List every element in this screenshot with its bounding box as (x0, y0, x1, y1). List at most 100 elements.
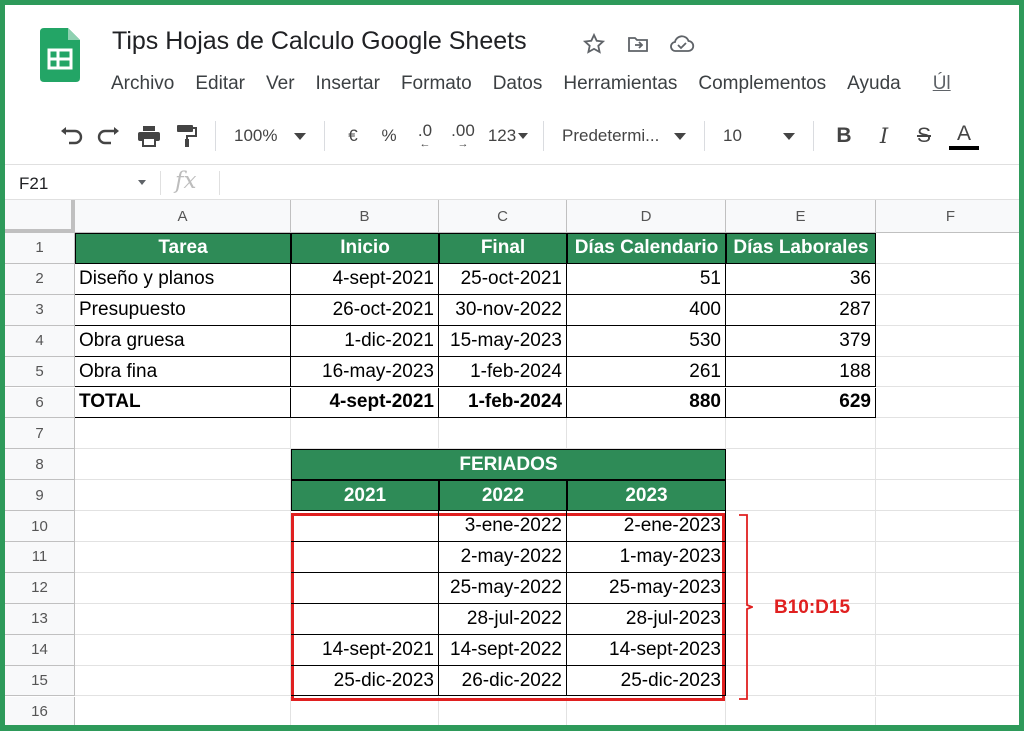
table-cell[interactable]: Diseño y planos (75, 263, 291, 295)
table-header[interactable]: Días Laborales (726, 233, 876, 264)
cell[interactable] (876, 604, 1019, 635)
cell[interactable] (876, 418, 1019, 450)
holiday-cell[interactable]: 14-sept-2021 (291, 634, 439, 666)
table-header[interactable]: Inicio (291, 233, 439, 264)
holiday-cell[interactable]: 2-ene-2023 (567, 511, 726, 542)
row-header-9[interactable]: 9 (5, 480, 75, 512)
year-header[interactable]: 2021 (291, 480, 439, 512)
table-cell[interactable]: 188 (726, 356, 876, 388)
table-cell[interactable]: 36 (726, 263, 876, 295)
zoom-select[interactable]: 100% (226, 119, 314, 153)
redo-icon[interactable] (89, 119, 129, 153)
cell[interactable] (75, 511, 291, 542)
row-header-1[interactable]: 1 (5, 233, 75, 264)
percent-format-button[interactable]: % (371, 119, 407, 153)
sheets-logo-icon[interactable] (40, 28, 80, 82)
row-header-7[interactable]: 7 (5, 418, 75, 450)
name-box[interactable]: F21 (19, 174, 48, 194)
column-header-a[interactable]: A (75, 200, 291, 233)
year-header[interactable]: 2023 (567, 480, 726, 512)
table-header[interactable]: Tarea (75, 233, 291, 264)
star-icon[interactable] (579, 29, 609, 59)
holiday-cell[interactable]: 28-jul-2022 (439, 603, 567, 635)
table-cell[interactable]: 287 (726, 294, 876, 326)
menu-datos[interactable]: Datos (493, 73, 543, 95)
column-header-c[interactable]: C (439, 200, 567, 233)
holiday-cell[interactable]: 25-dic-2023 (567, 665, 726, 697)
cell[interactable] (291, 418, 439, 450)
cell[interactable] (726, 418, 876, 450)
cell[interactable] (75, 634, 291, 666)
currency-format-button[interactable]: € (335, 119, 371, 153)
cell[interactable] (567, 696, 726, 725)
row-header-12[interactable]: 12 (5, 572, 75, 604)
cell[interactable] (876, 511, 1019, 542)
more-formats-button[interactable]: 123 (483, 119, 533, 153)
table-cell[interactable]: Obra fina (75, 356, 291, 388)
cloud-saved-icon[interactable] (667, 29, 697, 59)
row-header-16[interactable]: 16 (5, 696, 75, 725)
table-cell[interactable]: 25-oct-2021 (439, 263, 567, 295)
table-cell[interactable]: 1-dic-2021 (291, 325, 439, 357)
cell[interactable] (567, 418, 726, 450)
total-cell[interactable]: TOTAL (75, 387, 291, 419)
table-cell[interactable]: 16-may-2023 (291, 356, 439, 388)
table-cell[interactable]: 26-oct-2021 (291, 294, 439, 326)
cell[interactable] (75, 542, 291, 573)
total-cell[interactable]: 629 (726, 387, 876, 419)
undo-icon[interactable] (53, 119, 89, 153)
table-cell[interactable]: 400 (567, 294, 726, 326)
row-header-11[interactable]: 11 (5, 542, 75, 573)
table-cell[interactable]: 379 (726, 325, 876, 357)
move-to-folder-icon[interactable] (623, 29, 653, 59)
cell[interactable] (726, 480, 876, 512)
chevron-down-icon[interactable] (138, 180, 146, 185)
row-header-3[interactable]: 3 (5, 294, 75, 326)
cell[interactable] (876, 388, 1019, 419)
italic-button[interactable]: I (864, 119, 904, 153)
holiday-cell[interactable]: 1-may-2023 (567, 542, 726, 573)
cell[interactable] (876, 542, 1019, 573)
holiday-cell[interactable]: 26-dic-2022 (439, 665, 567, 697)
cell[interactable] (876, 264, 1019, 295)
holiday-cell[interactable]: 28-jul-2023 (567, 603, 726, 635)
menu-ayuda[interactable]: Ayuda (847, 73, 901, 95)
print-icon[interactable] (129, 119, 169, 153)
row-header-10[interactable]: 10 (5, 511, 75, 542)
font-select[interactable]: Predetermi... (554, 119, 694, 153)
strikethrough-button[interactable]: S (904, 119, 944, 153)
cell[interactable] (75, 449, 291, 481)
cell[interactable] (876, 666, 1019, 697)
cell[interactable] (291, 696, 439, 725)
table-cell[interactable]: 4-sept-2021 (291, 263, 439, 295)
cell[interactable] (876, 357, 1019, 388)
table-cell[interactable]: 261 (567, 356, 726, 388)
cell[interactable] (75, 665, 291, 697)
holiday-cell[interactable] (291, 542, 439, 573)
holiday-cell[interactable]: 25-may-2023 (567, 572, 726, 604)
holiday-cell[interactable] (291, 572, 439, 604)
holiday-cell[interactable]: 25-dic-2023 (291, 665, 439, 697)
cell[interactable] (876, 480, 1019, 512)
table-cell[interactable]: Presupuesto (75, 294, 291, 326)
cell[interactable] (876, 233, 1019, 264)
last-edit-link[interactable]: Úl (933, 73, 951, 95)
column-header-b[interactable]: B (291, 200, 439, 233)
menu-archivo[interactable]: Archivo (111, 73, 174, 95)
cell[interactable] (75, 572, 291, 604)
year-header[interactable]: 2022 (439, 480, 567, 512)
menu-insertar[interactable]: Insertar (316, 73, 380, 95)
row-header-14[interactable]: 14 (5, 634, 75, 666)
table-cell[interactable]: 15-may-2023 (439, 325, 567, 357)
cell[interactable] (726, 449, 876, 481)
cell[interactable] (876, 697, 1019, 726)
menu-editar[interactable]: Editar (195, 73, 245, 95)
paint-format-icon[interactable] (169, 119, 205, 153)
increase-decimals-button[interactable]: .00 → (443, 119, 483, 153)
cell[interactable] (876, 573, 1019, 604)
bold-button[interactable]: B (824, 119, 864, 153)
document-title[interactable]: Tips Hojas de Calculo Google Sheets (112, 27, 527, 56)
table-header[interactable]: Días Calendario (567, 233, 726, 264)
holiday-cell[interactable]: 14-sept-2022 (439, 634, 567, 666)
holiday-cell[interactable] (291, 603, 439, 635)
